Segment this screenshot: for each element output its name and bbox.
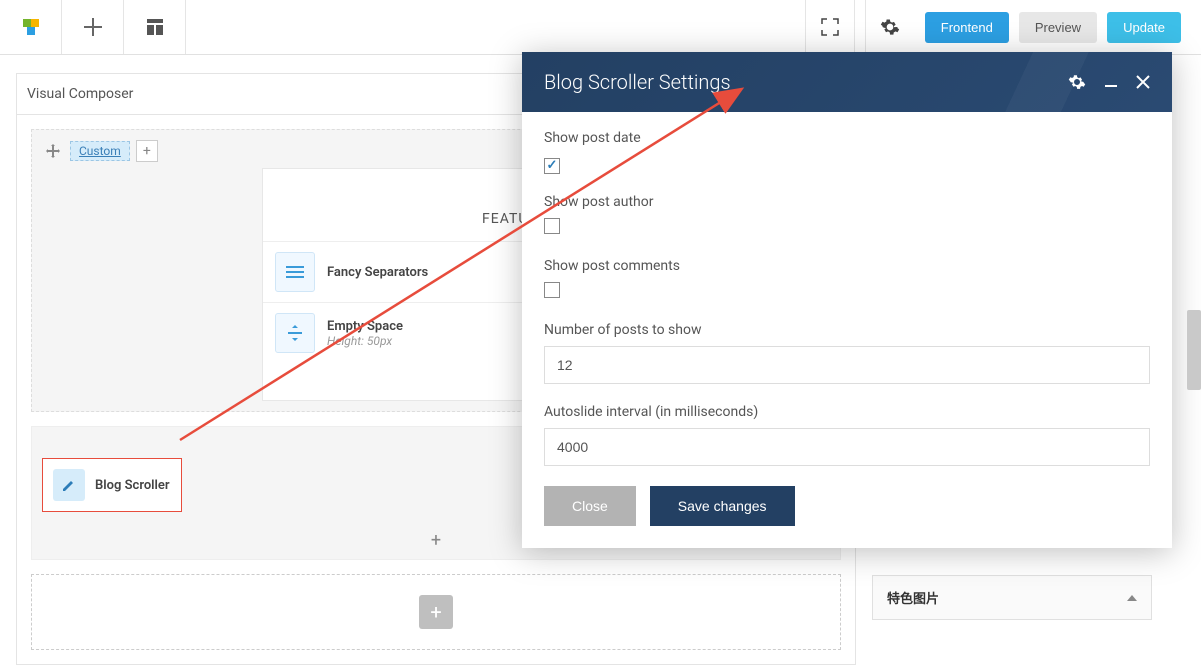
pencil-icon [61, 477, 77, 493]
modal-scrollbar-thumb[interactable] [1187, 310, 1201, 390]
settings-button[interactable] [865, 0, 915, 55]
modal-close-btn[interactable]: Close [544, 486, 636, 526]
add-row-button[interactable]: + [419, 595, 453, 629]
field-show-date: Show post date [544, 130, 1150, 174]
modal-minimize-button[interactable] [1104, 75, 1118, 89]
featured-image-widget[interactable]: 特色图片 [872, 575, 1152, 620]
row-add-column[interactable]: + [136, 140, 158, 162]
modal-settings-button[interactable] [1068, 73, 1086, 91]
toolbar-right: Frontend Preview Update [805, 0, 1201, 54]
update-button[interactable]: Update [1107, 12, 1181, 43]
field-label: Show post date [544, 130, 1150, 146]
preview-button[interactable]: Preview [1019, 12, 1097, 43]
field-label: Number of posts to show [544, 322, 1150, 338]
checkbox-show-date[interactable] [544, 158, 560, 174]
blog-scroller-element[interactable]: Blog Scroller [42, 458, 182, 512]
element-title: Fancy Separators [327, 265, 428, 280]
plus-icon [84, 18, 102, 36]
toolbar-left [0, 0, 186, 54]
frontend-button[interactable]: Frontend [925, 12, 1009, 43]
modal-body: Show post date Show post author Show pos… [522, 112, 1172, 472]
layout-icon [145, 17, 165, 37]
collapse-icon [1127, 595, 1137, 601]
widget-title: 特色图片 [887, 588, 939, 607]
modal-title: Blog Scroller Settings [544, 70, 1068, 94]
empty-space-icon [275, 313, 315, 353]
templates-button[interactable] [124, 0, 186, 54]
field-autoslide: Autoslide interval (in milliseconds) [544, 404, 1150, 466]
blog-scroller-icon [53, 469, 85, 501]
separator-icon [275, 252, 315, 292]
modal-header: Blog Scroller Settings [522, 52, 1172, 112]
add-row-area[interactable]: + [31, 574, 841, 650]
checkbox-show-author[interactable] [544, 218, 560, 234]
add-element-button[interactable] [62, 0, 124, 54]
vc-logo-icon [19, 15, 43, 39]
gear-icon [880, 17, 900, 37]
field-show-comments: Show post comments [544, 258, 1150, 302]
input-num-posts[interactable] [544, 346, 1150, 384]
field-num-posts: Number of posts to show [544, 322, 1150, 384]
element-title: Empty Space [327, 319, 403, 334]
gear-icon [1068, 73, 1086, 91]
move-handle[interactable] [42, 140, 64, 162]
field-show-author: Show post author [544, 194, 1150, 238]
field-label: Show post comments [544, 258, 1150, 274]
element-subtitle: Height: 50px [327, 334, 403, 348]
row-tag-custom[interactable]: Custom [70, 141, 130, 161]
close-icon [1136, 75, 1150, 89]
expand-icon [821, 18, 839, 36]
blog-scroller-label: Blog Scroller [95, 478, 170, 493]
settings-modal: Blog Scroller Settings Show post date Sh… [522, 52, 1172, 548]
modal-save-btn[interactable]: Save changes [650, 486, 795, 526]
top-toolbar: Frontend Preview Update [0, 0, 1201, 55]
modal-close-button[interactable] [1136, 75, 1150, 89]
field-label: Show post author [544, 194, 1150, 210]
modal-footer: Close Save changes [522, 472, 1172, 548]
input-autoslide[interactable] [544, 428, 1150, 466]
fullscreen-button[interactable] [805, 0, 855, 55]
vc-logo[interactable] [0, 0, 62, 54]
checkbox-show-comments[interactable] [544, 282, 560, 298]
field-label: Autoslide interval (in milliseconds) [544, 404, 1150, 420]
modal-window-actions [1068, 73, 1150, 91]
minimize-icon [1104, 75, 1118, 89]
move-icon [46, 144, 60, 158]
